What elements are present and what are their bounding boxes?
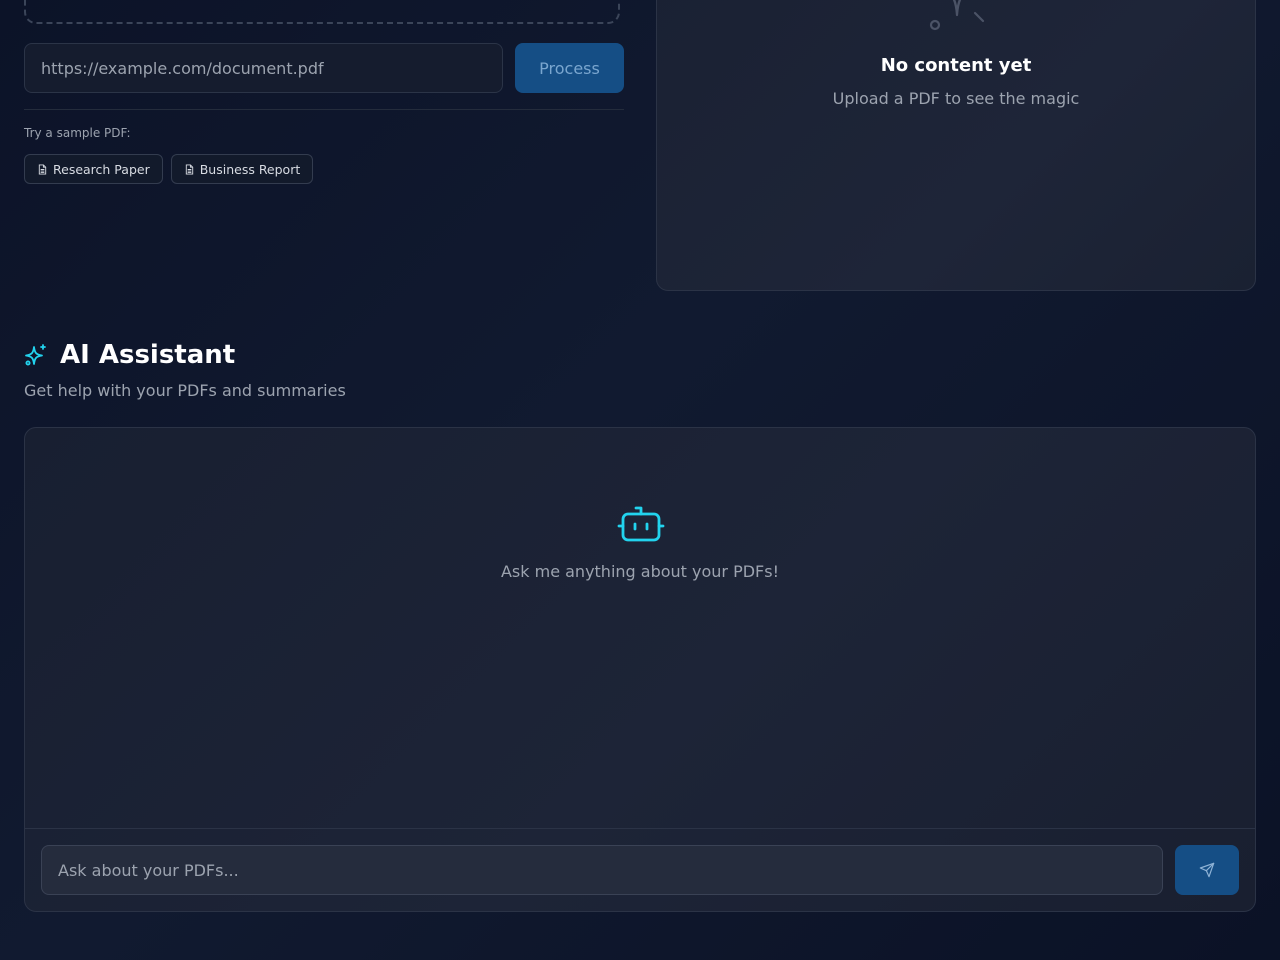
assistant-title: AI Assistant bbox=[60, 340, 236, 370]
sample-button-label: Research Paper bbox=[53, 161, 150, 177]
summary-output-card: No content yet Upload a PDF to see the m… bbox=[656, 0, 1256, 291]
robot-icon bbox=[617, 506, 665, 542]
process-button[interactable]: Process bbox=[515, 43, 624, 93]
sparkles-icon bbox=[25, 344, 46, 366]
sample-pdf-label: Try a sample PDF: bbox=[24, 126, 131, 140]
assistant-subtitle: Get help with your PDFs and summaries bbox=[24, 381, 346, 400]
file-icon bbox=[185, 163, 193, 175]
chat-panel: Ask me anything about your PDFs! bbox=[24, 427, 1256, 912]
pdf-dropzone[interactable] bbox=[24, 0, 620, 24]
sample-business-report-button[interactable]: Business Report bbox=[170, 154, 314, 184]
send-icon bbox=[1199, 862, 1215, 878]
sample-pdf-list: Research Paper Business Report bbox=[24, 154, 314, 184]
pdf-url-input[interactable] bbox=[24, 43, 503, 93]
assistant-header: AI Assistant bbox=[24, 340, 235, 370]
file-icon bbox=[38, 163, 47, 175]
divider bbox=[24, 109, 624, 110]
sparkle-icon bbox=[929, 0, 985, 31]
chat-input[interactable] bbox=[41, 845, 1163, 895]
chat-empty-message: Ask me anything about your PDFs! bbox=[500, 562, 780, 581]
send-button[interactable] bbox=[1175, 845, 1239, 895]
sample-research-paper-button[interactable]: Research Paper bbox=[24, 154, 163, 184]
sample-button-label: Business Report bbox=[199, 161, 301, 177]
chat-input-bar bbox=[25, 828, 1255, 911]
output-empty-title: No content yet bbox=[880, 55, 1032, 76]
output-empty-subtitle: Upload a PDF to see the magic bbox=[832, 89, 1080, 108]
